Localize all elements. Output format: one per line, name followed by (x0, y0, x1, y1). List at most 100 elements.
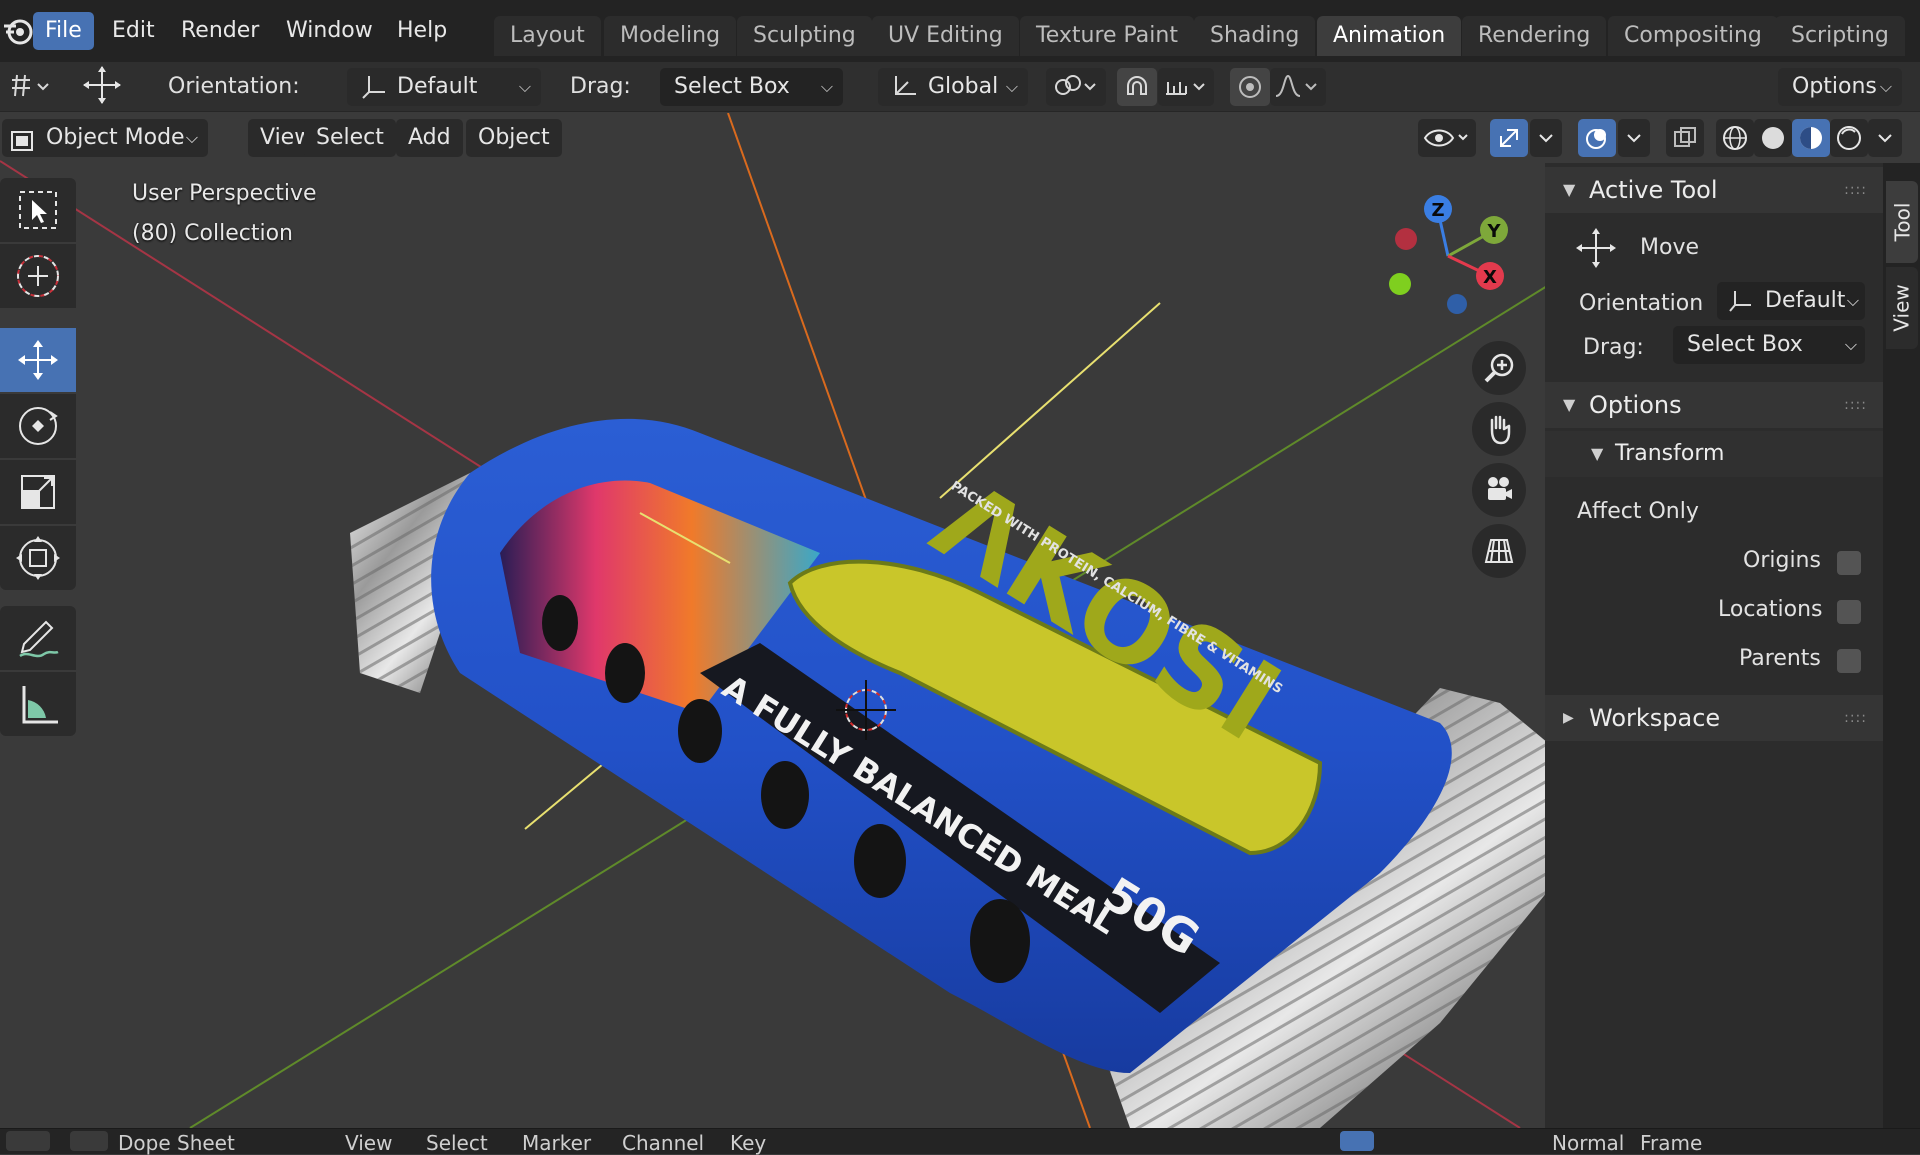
overlays-toggle-icon[interactable] (1578, 119, 1616, 157)
sidebar-tabs: Tool View (1883, 163, 1920, 1128)
gizmo-toggle-icon[interactable] (1490, 119, 1528, 157)
proportional-editing-icon[interactable] (1230, 68, 1270, 106)
cursor-tool[interactable] (0, 244, 76, 308)
shading-dropdown-icon[interactable] (1868, 119, 1902, 157)
options-dropdown[interactable]: Options ⌵ (1778, 68, 1902, 106)
collapse-triangle-icon: ▼ (1563, 180, 1576, 199)
tab-modeling[interactable]: Modeling (604, 16, 737, 56)
orientation-label: Orientation: (168, 74, 300, 99)
dope-key-menu[interactable]: Key (730, 1131, 766, 1155)
object-mode-label: Object Mode (46, 125, 185, 150)
tab-view[interactable]: View (1886, 267, 1918, 349)
dope-channel-menu[interactable]: Channel (622, 1131, 704, 1155)
visibility-eye-icon[interactable] (1418, 119, 1476, 157)
menu-edit[interactable]: Edit (100, 12, 167, 50)
transform-orientation-dropdown[interactable]: Global ⌵ (878, 68, 1028, 106)
tab-sculpting[interactable]: Sculpting (737, 16, 872, 56)
rotate-tool[interactable] (0, 394, 76, 458)
select-box-tool[interactable] (0, 178, 76, 242)
drag-dropdown[interactable]: Select Box ⌵ (660, 68, 843, 106)
move-tool[interactable] (0, 328, 76, 392)
chevron-down-icon: ⌵ (185, 128, 198, 147)
options-title: Options (1589, 391, 1682, 419)
filter-icon[interactable] (1340, 1131, 1374, 1151)
drag-handle-icon[interactable]: :::: (1844, 167, 1867, 213)
origins-checkbox[interactable] (1837, 551, 1861, 575)
shading-rendered-icon[interactable] (1830, 119, 1868, 157)
locations-checkbox[interactable] (1837, 600, 1861, 624)
affect-only-label: Affect Only (1577, 499, 1699, 524)
blender-logo-icon[interactable] (2, 14, 34, 48)
zoom-icon[interactable] (1472, 341, 1526, 395)
shading-wireframe-icon[interactable] (1716, 119, 1754, 157)
dope-sheet-label[interactable]: Dope Sheet (118, 1131, 235, 1155)
dope-sheet-mode-icon[interactable] (70, 1131, 108, 1151)
menu-window[interactable]: Window (274, 12, 385, 50)
object-mode-dropdown[interactable]: Object Mode ⌵ (2, 119, 208, 157)
orientation-dropdown[interactable]: Default ⌵ (347, 68, 541, 106)
parents-checkbox[interactable] (1837, 649, 1861, 673)
nutrition-badge (970, 899, 1030, 983)
tab-layout[interactable]: Layout (494, 16, 601, 56)
chevron-down-icon: ⌵ (518, 77, 531, 96)
transform-subheader[interactable]: ▼ Transform (1545, 431, 1883, 477)
perspective-grid-icon[interactable] (1472, 524, 1526, 578)
keying-mode-label[interactable]: Normal (1552, 1131, 1624, 1155)
drag-value: Select Box (674, 74, 790, 99)
pivot-point-icon[interactable] (1046, 68, 1106, 106)
object-menu[interactable]: Object (466, 119, 562, 157)
snap-magnet-icon[interactable] (1117, 68, 1157, 106)
gizmo-dropdown-icon[interactable] (1530, 119, 1562, 157)
menu-help[interactable]: Help (385, 12, 459, 50)
frame-label[interactable]: Frame (1640, 1131, 1702, 1155)
xray-toggle-icon[interactable] (1666, 119, 1704, 157)
dope-view-menu[interactable]: View (345, 1131, 392, 1155)
drag-label: Drag: (570, 74, 631, 99)
options-header[interactable]: ▼ Options :::: (1545, 382, 1883, 428)
move-gizmo-icon[interactable] (74, 66, 130, 104)
menu-file[interactable]: File (33, 12, 94, 50)
add-menu[interactable]: Add (396, 119, 463, 157)
snap-grid-icon[interactable] (4, 68, 56, 106)
dope-select-menu[interactable]: Select (426, 1131, 488, 1155)
workspace-title: Workspace (1589, 704, 1721, 732)
axis-y-negative-icon (1389, 273, 1411, 295)
shading-solid-icon[interactable] (1754, 119, 1792, 157)
workspace-header[interactable]: ▶ Workspace :::: (1545, 695, 1883, 741)
panel-drag-dropdown[interactable]: Select Box ⌵ (1673, 326, 1865, 364)
tab-tool[interactable]: Tool (1886, 181, 1918, 263)
tab-rendering[interactable]: Rendering (1462, 16, 1607, 56)
active-tool-title: Active Tool (1589, 176, 1718, 204)
top-menu-bar: File Edit Render Window Help Layout Mode… (0, 0, 1920, 62)
annotate-tool[interactable] (0, 606, 76, 670)
tab-texture-paint[interactable]: Texture Paint (1020, 16, 1194, 56)
tab-scripting[interactable]: Scripting (1775, 16, 1905, 56)
shading-material-icon[interactable] (1792, 119, 1830, 157)
falloff-curve-icon[interactable] (1270, 68, 1326, 106)
tab-animation[interactable]: Animation (1317, 16, 1462, 56)
panel-orientation-dropdown[interactable]: Default ⌵ (1717, 282, 1865, 320)
tab-uv-editing[interactable]: UV Editing (872, 16, 1019, 56)
navigation-gizmo[interactable]: Z Y X (1378, 181, 1528, 321)
tab-compositing[interactable]: Compositing (1608, 16, 1778, 56)
svg-text:Y: Y (1486, 221, 1501, 242)
pan-hand-icon[interactable] (1472, 402, 1526, 456)
menu-render[interactable]: Render (169, 12, 271, 50)
viewport-header: Object Mode ⌵ View Select Add Object (0, 113, 1920, 163)
snap-increment-icon[interactable] (1158, 68, 1214, 106)
camera-view-icon[interactable] (1472, 463, 1526, 517)
drag-handle-icon[interactable]: :::: (1844, 695, 1867, 741)
drag-handle-icon[interactable]: :::: (1844, 382, 1867, 428)
tab-shading[interactable]: Shading (1194, 16, 1316, 56)
editor-type-icon[interactable] (6, 1131, 50, 1151)
active-tool-header[interactable]: ▼ Active Tool :::: (1545, 167, 1883, 213)
collection-label: (80) Collection (132, 221, 293, 246)
dope-marker-menu[interactable]: Marker (522, 1131, 591, 1155)
measure-tool[interactable] (0, 672, 76, 736)
scale-tool[interactable] (0, 460, 76, 524)
transform-tool[interactable] (0, 526, 76, 590)
overlays-dropdown-icon[interactable] (1618, 119, 1650, 157)
nutrition-badge (605, 643, 645, 703)
select-menu[interactable]: Select (304, 119, 396, 157)
nutrition-badge (678, 699, 722, 763)
